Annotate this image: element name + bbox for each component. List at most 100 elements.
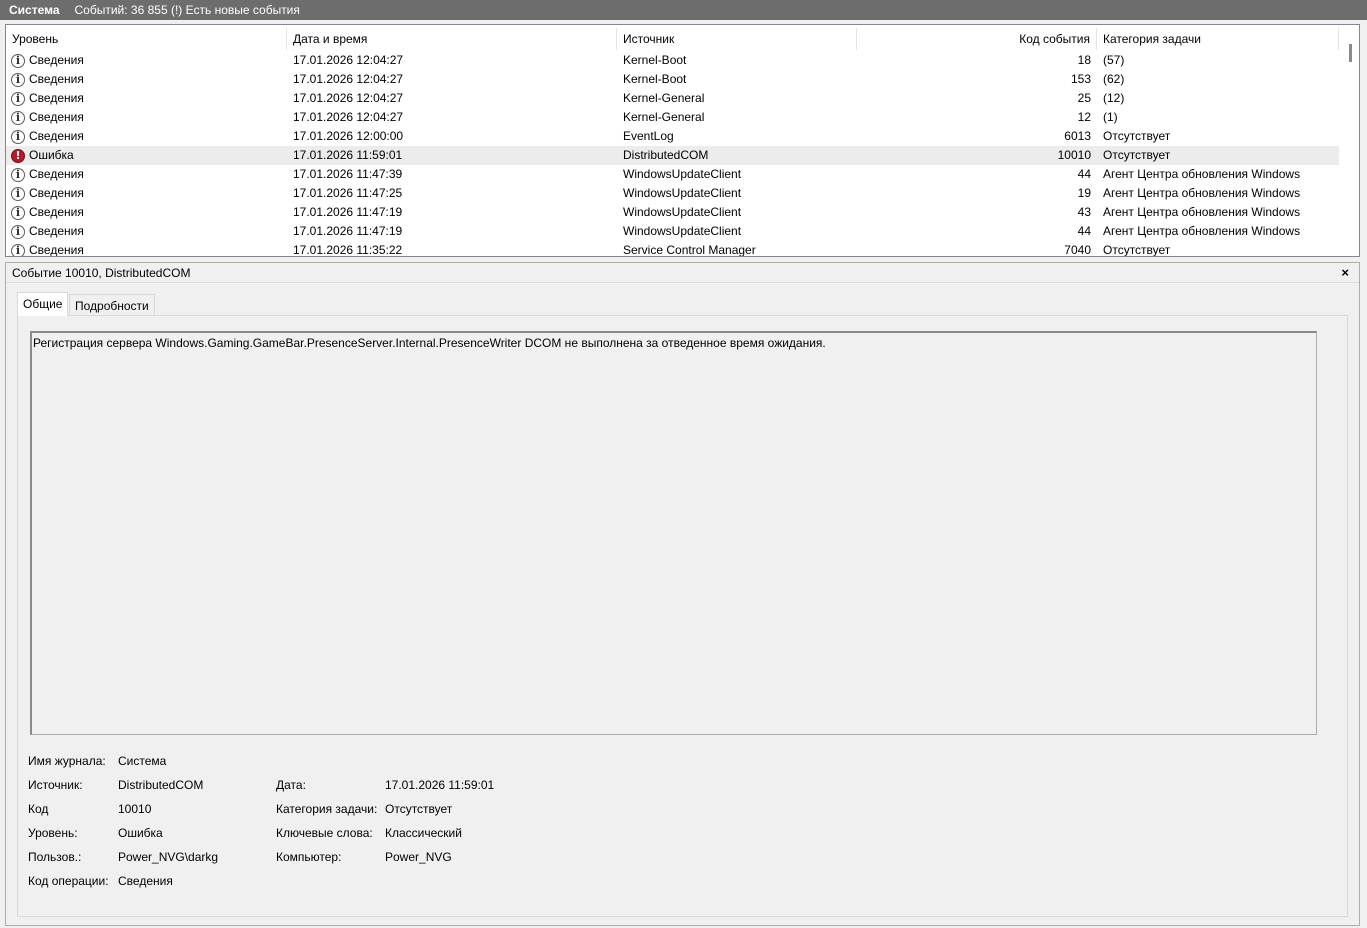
event-category: Отсутствует (1103, 148, 1171, 162)
log-titlebar: Система Событий: 36 855 (!) Есть новые с… (0, 0, 1367, 20)
event-date: 17.01.2026 11:35:22 (293, 243, 403, 257)
event-source: WindowsUpdateClient (623, 205, 742, 219)
event-level-text: Сведения (29, 91, 84, 105)
event-category: Агент Центра обновления Windows (1103, 167, 1301, 181)
event-list-scrollbar[interactable] (1342, 25, 1359, 256)
prop-code-value: 10010 (118, 802, 152, 816)
event-category: (62) (1103, 72, 1125, 86)
event-rows: i Сведения 17.01.2026 12:04:27 Kernel-Boot 1… (6, 51, 1339, 257)
event-date: 17.01.2026 11:47:19 (293, 205, 403, 219)
event-code: 19 (1077, 186, 1091, 200)
info-icon: i (11, 72, 25, 87)
event-list-header: Уровень Дата и время Источник Код событи… (6, 28, 1344, 50)
event-code: 6013 (1064, 129, 1091, 143)
prop-computer-value: Power_NVG (385, 850, 452, 864)
prop-log-value: Система (118, 754, 167, 768)
event-level-cell: i Сведения (11, 89, 281, 108)
info-icon: i (11, 205, 25, 220)
prop-level-label: Уровень: (28, 826, 78, 840)
event-level-cell: ! Ошибка (11, 146, 281, 165)
prop-user-label: Пользов.: (28, 850, 82, 864)
event-code: 18 (1077, 53, 1091, 67)
event-row[interactable]: i Сведения 17.01.2026 12:04:27 Kernel-Boot 1… (6, 70, 1339, 89)
event-level-text: Сведения (29, 205, 84, 219)
column-header-level[interactable]: Уровень (6, 28, 287, 50)
prop-source-label: Источник: (28, 778, 83, 792)
info-icon: i (11, 167, 25, 182)
event-count-info: Событий: 36 855 (!) Есть новые события (74, 3, 300, 17)
close-detail-button[interactable]: × (1341, 263, 1349, 283)
event-source: Kernel-Boot (623, 53, 687, 67)
event-source: WindowsUpdateClient (623, 186, 742, 200)
event-category: Агент Центра обновления Windows (1103, 186, 1301, 200)
event-level-cell: i Сведения (11, 241, 281, 256)
event-source: Kernel-General (623, 91, 705, 105)
column-header-code[interactable]: Код события (857, 28, 1097, 50)
event-source: Kernel-General (623, 110, 705, 124)
tab-general[interactable]: Общие (17, 292, 69, 316)
event-code: 25 (1077, 91, 1091, 105)
prop-log-label: Имя журнала: (28, 754, 106, 768)
event-source: EventLog (623, 129, 674, 143)
event-level-cell: i Сведения (11, 184, 281, 203)
info-icon: i (11, 91, 25, 106)
event-code: 43 (1077, 205, 1091, 219)
event-level-cell: i Сведения (11, 165, 281, 184)
event-source: Kernel-Boot (623, 72, 687, 86)
event-list[interactable]: Уровень Дата и время Источник Код событи… (5, 24, 1360, 257)
event-level-cell: i Сведения (11, 203, 281, 222)
event-row[interactable]: i Сведения 17.01.2026 12:00:00 EventLog 6013… (6, 127, 1339, 146)
log-name: Система (9, 3, 60, 17)
event-row[interactable]: i Сведения 17.01.2026 12:04:27 Kernel-Gener… (6, 108, 1339, 127)
event-category: (57) (1103, 53, 1125, 67)
column-header-category[interactable]: Категория задачи (1097, 28, 1339, 50)
event-row[interactable]: i Сведения 17.01.2026 11:47:19 WindowsUpdat… (6, 203, 1339, 222)
event-category: Агент Центра обновления Windows (1103, 205, 1301, 219)
tab-details[interactable]: Подробности (69, 294, 155, 316)
column-header-date[interactable]: Дата и время (287, 28, 617, 50)
event-date: 17.01.2026 11:47:39 (293, 167, 403, 181)
event-date: 17.01.2026 11:47:19 (293, 224, 403, 238)
prop-user-value: Power_NVG\darkg (118, 850, 219, 864)
event-level-cell: i Сведения (11, 51, 281, 70)
event-date: 17.01.2026 12:04:27 (293, 91, 404, 105)
event-level-text: Сведения (29, 53, 84, 67)
event-row[interactable]: i Сведения 17.01.2026 11:35:22 Service Cont… (6, 241, 1339, 257)
event-category: (12) (1103, 91, 1125, 105)
event-row[interactable]: i Сведения 17.01.2026 11:47:19 WindowsUpdat… (6, 222, 1339, 241)
prop-computer-label: Компьютер: (276, 850, 342, 864)
info-icon: i (11, 110, 25, 125)
event-level-cell: i Сведения (11, 70, 281, 89)
prop-date-value: 17.01.2026 11:59:01 (385, 778, 495, 792)
event-source: WindowsUpdateClient (623, 167, 742, 181)
event-row[interactable]: i Сведения 17.01.2026 12:04:27 Kernel-Gener… (6, 89, 1339, 108)
event-message-box[interactable]: Регистрация сервера Windows.Gaming.GameB… (30, 331, 1317, 735)
event-code: 10010 (1057, 148, 1091, 162)
event-row[interactable]: i Сведения 17.01.2026 12:04:27 Kernel-Boot 1… (6, 51, 1339, 70)
column-header-source[interactable]: Источник (617, 28, 857, 50)
prop-opcode-value: Сведения (118, 874, 173, 888)
event-date: 17.01.2026 11:47:25 (293, 186, 403, 200)
event-level-cell: i Сведения (11, 108, 281, 127)
event-level-text: Сведения (29, 110, 84, 124)
event-level-text: Сведения (29, 167, 84, 181)
prop-category-label: Категория задачи: (276, 802, 378, 816)
event-code: 44 (1077, 167, 1091, 181)
event-code: 7040 (1064, 243, 1091, 257)
info-icon: i (11, 243, 25, 256)
event-row[interactable]: i Сведения 17.01.2026 11:47:25 WindowsUpdat… (6, 184, 1339, 203)
info-icon: i (11, 129, 25, 144)
event-code: 153 (1070, 72, 1091, 86)
prop-code-label: Код (28, 802, 49, 816)
event-date: 17.01.2026 12:04:27 (293, 110, 404, 124)
event-category: Отсутствует (1103, 129, 1171, 143)
event-source: Service Control Manager (623, 243, 756, 257)
prop-level-value: Ошибка (118, 826, 163, 840)
info-icon: i (11, 224, 25, 239)
event-message-text: Регистрация сервера Windows.Gaming.GameB… (33, 336, 826, 350)
event-date: 17.01.2026 11:59:01 (293, 148, 403, 162)
scrollbar-thumb[interactable] (1349, 44, 1352, 62)
prop-source-value: DistributedCOM (118, 778, 204, 792)
event-row[interactable]: i Сведения 17.01.2026 11:47:39 WindowsUpdat… (6, 165, 1339, 184)
event-row[interactable]: ! Ошибка 17.01.2026 11:59:01 DistributedCOM… (6, 146, 1339, 165)
